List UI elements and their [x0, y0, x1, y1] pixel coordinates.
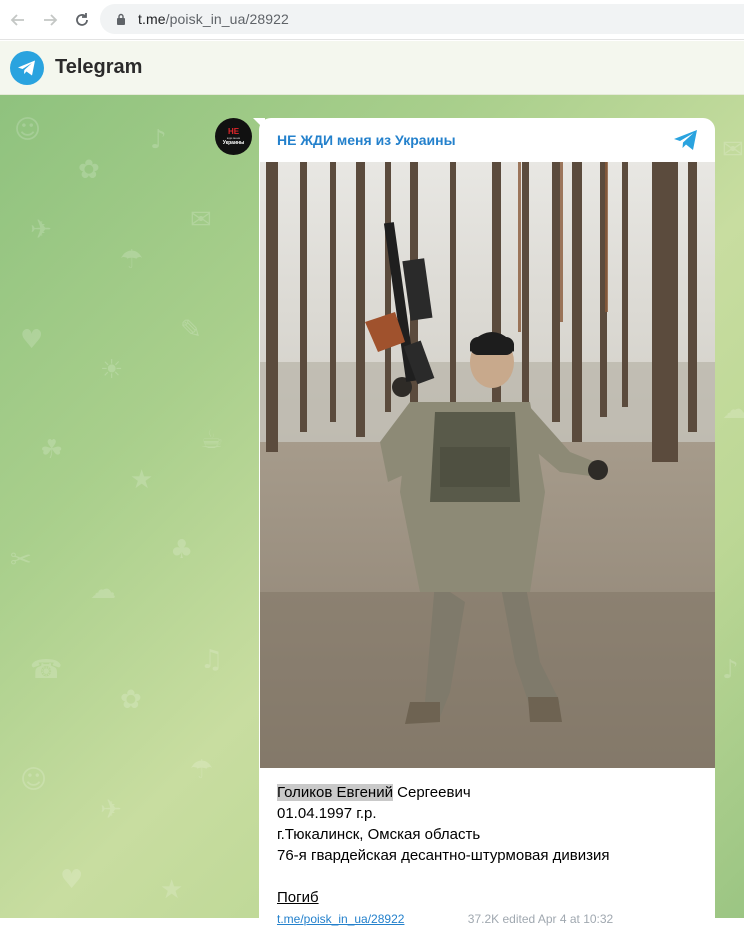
doodle-icon: ♪	[150, 125, 167, 155]
telegram-header: Telegram	[0, 41, 744, 95]
caption-birth: 01.04.1997 г.р.	[277, 805, 377, 822]
photo-scene	[260, 162, 715, 768]
doodle-icon: ♥	[20, 325, 44, 355]
doodle-icon: ✎	[180, 315, 202, 345]
doodle-icon: ☀	[100, 355, 124, 385]
message-caption: Голиков Евгений Сергеевич 01.04.1997 г.р…	[277, 782, 707, 908]
doodle-icon: ♣	[170, 535, 194, 565]
caption-name-line: Голиков Евгений Сергеевич	[277, 782, 707, 803]
doodle-icon: ☁	[90, 575, 116, 605]
doodle-icon: ☂	[190, 755, 214, 785]
caption-place: г.Тюкалинск, Омская область	[277, 826, 481, 843]
doodle-icon: ☎	[30, 655, 63, 685]
doodle-icon: ✿	[120, 685, 142, 715]
message-bubble: НЕ ЖДИ меня из Украины Голиков Евгений С…	[259, 118, 715, 938]
channel-name-link[interactable]: НЕ ЖДИ меня из Украины	[277, 132, 456, 148]
back-icon[interactable]	[2, 4, 34, 36]
post-meta: 37.2K edited Apr 4 at 10:32	[467, 912, 614, 926]
name-highlight: Голиков Евгений	[277, 784, 393, 801]
doodle-icon: ☺	[20, 765, 48, 795]
doodle-icon: ✉	[190, 205, 212, 235]
doodle-icon: ☘	[40, 435, 64, 465]
doodle-icon: ✿	[78, 155, 100, 185]
doodle-icon: ★	[130, 465, 154, 495]
address-bar[interactable]: t.me/poisk_in_ua/28922	[100, 4, 744, 34]
name-rest: Сергеевич	[392, 784, 471, 801]
message-footer: t.me/poisk_in_ua/28922 37.2K edited Apr …	[277, 912, 707, 926]
doodle-icon: ☁	[722, 395, 744, 425]
doodle-icon: ☺	[14, 115, 42, 145]
doodle-icon: ★	[160, 875, 184, 905]
doodle-icon: ♥	[60, 865, 84, 895]
doodle-icon: ♪	[722, 655, 739, 685]
doodle-icon: ♫	[200, 645, 224, 675]
forward-icon[interactable]	[34, 4, 66, 36]
channel-avatar[interactable]: НЕ жди меня Украины	[215, 118, 252, 155]
post-link[interactable]: t.me/poisk_in_ua/28922	[277, 912, 404, 926]
reload-icon[interactable]	[66, 4, 98, 36]
browser-toolbar: t.me/poisk_in_ua/28922	[0, 0, 744, 40]
doodle-icon: ✈	[100, 795, 122, 825]
doodle-icon: ☕	[200, 425, 224, 455]
url-text[interactable]: t.me/poisk_in_ua/28922	[138, 11, 289, 27]
telegram-title[interactable]: Telegram	[55, 56, 142, 79]
doodle-icon: ✈	[30, 215, 52, 245]
doodle-icon: ✉	[722, 135, 744, 165]
doodle-icon: ✂	[10, 545, 32, 575]
telegram-logo-icon[interactable]	[10, 50, 44, 85]
message-photo[interactable]	[260, 162, 715, 768]
doodle-icon: ☂	[120, 245, 144, 275]
lock-icon[interactable]	[114, 12, 128, 26]
caption-status: Погиб	[277, 889, 319, 906]
share-icon[interactable]	[673, 129, 699, 151]
caption-unit: 76-я гвардейская десантно-штурмовая диви…	[277, 847, 610, 864]
